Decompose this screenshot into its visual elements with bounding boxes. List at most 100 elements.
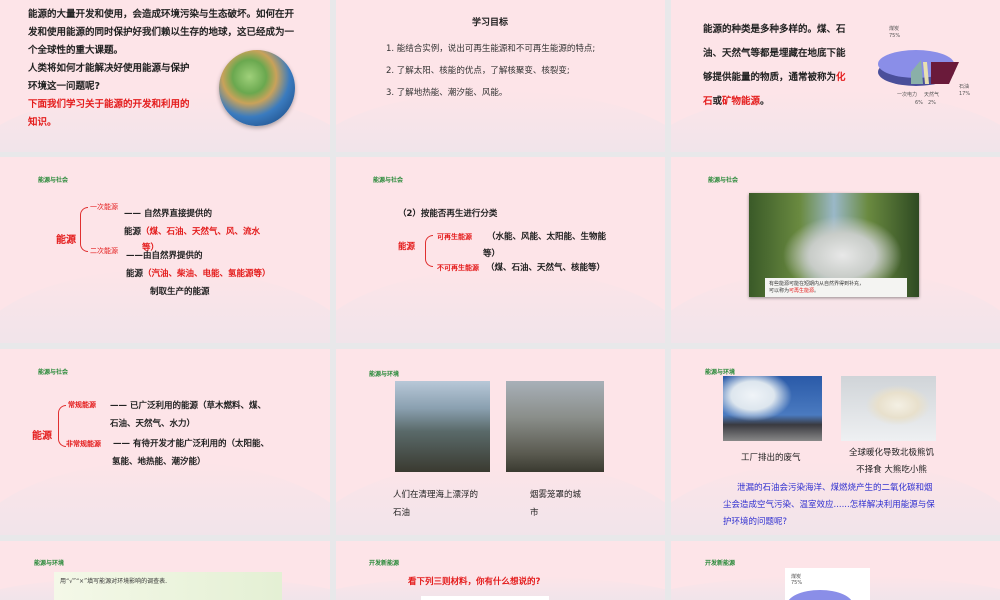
slide-thumbnail-6[interactable]: 能源与社会 有些能源可能在短期内从自然界得到补充， 可以称为可再生能源。 [671, 157, 1000, 343]
photo-caption: 有些能源可能在短期内从自然界得到补充， 可以称为可再生能源。 [765, 278, 907, 297]
text: 或 [712, 96, 723, 107]
desc: （汽油、柴油、电能、氢能源等） [143, 269, 271, 279]
branch-label: 常规能源 [68, 401, 96, 409]
section-tag: 能源与社会 [38, 369, 69, 376]
slide-thumbnail-3[interactable]: 能源的种类是多种多样的。煤、石 油、天然气等都是埋藏在地底下能 够提供能量的物质… [671, 0, 1000, 152]
slide-thumbnail-7[interactable]: 能源与社会 能源 常规能源 —— 已广泛利用的能源（草木燃料、煤、 石油、天然气… [0, 349, 330, 535]
survey-instruction: 用“√”“×”填写能源对环境影响的调查表. [60, 578, 168, 585]
caption-line: 烟雾笼罩的城 [530, 490, 582, 500]
text: 。 [760, 96, 770, 107]
pie-value-coal: 75% [889, 33, 900, 39]
pie-label-electricity: 一次电力 [897, 91, 917, 98]
objectives-list: 1. 能结合实例，说出可再生能源和不可再生能源的特点; 2. 了解太阳、核能的优… [386, 38, 595, 104]
slide-heading: （2）按能否再生进行分类 [398, 209, 498, 219]
section-tag: 能源与社会 [708, 177, 739, 184]
caption-line: 全球暖化导致北极熊饥 [849, 448, 935, 458]
slide-thumbnail-8[interactable]: 能源与环境 人们在清理海上漂浮的 石油 烟雾笼罩的城 市 [336, 349, 665, 535]
caption-line: 市 [530, 508, 539, 518]
pie-value-electricity: 6% [915, 100, 923, 106]
caption-smog: 烟雾笼罩的城 市 [530, 486, 581, 522]
caption-line: 不择食 大熊吃小熊 [856, 465, 927, 475]
slide-thumbnail-11[interactable]: 开发新能源 看下列三则材料，你有什么想说的? [336, 541, 665, 600]
text-line: 尘会造成空气污染、温室效应......怎样解决利用能源与保 [723, 500, 935, 510]
oil-cleanup-photo [395, 381, 490, 472]
smog-city-photo [506, 381, 604, 472]
slide-thumbnail-9[interactable]: 能源与环境 工厂排出的废气 全球暖化导致北极熊饥 不择食 大熊吃小熊 泄漏的石油… [671, 349, 1000, 535]
desc: 能源 [124, 227, 142, 237]
section-tag: 能源与社会 [38, 177, 69, 184]
caption-line: 可以称为 [769, 288, 790, 294]
branch-label: 一次能源 [90, 203, 118, 211]
desc: —— 有待开发才能广泛利用的（太阳能、 [113, 439, 269, 449]
desc: 制取生产的能源 [150, 287, 210, 297]
geothermal-steam-photo: 有些能源可能在短期内从自然界得到补充， 可以称为可再生能源。 [749, 193, 919, 297]
pie-value-gas: 2% [928, 100, 936, 106]
branch-label: 二次能源 [90, 247, 118, 255]
section-tag: 能源与环境 [705, 369, 736, 376]
desc: —— 自然界直接提供的 [124, 209, 212, 219]
closing-paragraph: 泄漏的石油会污染海洋、煤燃烧产生的二氧化碳和烟 尘会造成空气污染、温室效应...… [723, 480, 968, 531]
pie-label-coal: 煤炭 [889, 25, 899, 32]
highlight: 石 [703, 96, 713, 107]
slide-thumbnail-2[interactable]: 学习目标 1. 能结合实例，说出可再生能源和不可再生能源的特点; 2. 了解太阳… [336, 0, 665, 152]
text-line: 油、天然气等都是埋藏在地底下能 [703, 48, 846, 59]
desc: ——由自然界提供的 [126, 251, 203, 261]
caption-line: 人们在清理海上漂浮的 [393, 490, 479, 500]
branch-label: 不可再生能源 [437, 264, 479, 272]
caption-line: 石油 [393, 508, 411, 518]
caption-polar-bear: 全球暖化导致北极熊饥 不择食 大熊吃小熊 [849, 445, 934, 479]
fossil-fuel-text: 能源的种类是多种多样的。煤、石 油、天然气等都是埋藏在地底下能 够提供能量的物质… [703, 18, 858, 114]
brace-icon [80, 207, 88, 252]
section-tag: 开发新能源 [705, 560, 736, 567]
pie-label: 煤炭 [791, 574, 802, 580]
energy-pie-chart: 煤炭 75% 石油 17% 一次电力 6% 天然气 2% [878, 25, 970, 106]
section-tag: 能源与环境 [369, 371, 400, 378]
root-label: 能源 [398, 242, 416, 252]
slide-thumbnail-12[interactable]: 开发新能源 煤炭 75% [671, 541, 1000, 600]
root-label: 能源 [56, 235, 76, 246]
slide-thumbnail-10[interactable]: 能源与环境 用“√”“×”填写能源对环境影响的调查表. [0, 541, 330, 600]
desc: —— 已广泛利用的能源（草木燃料、煤、 [110, 401, 266, 411]
desc: 能源 [126, 269, 144, 279]
earth-globe-image [219, 50, 295, 126]
pie-label-gas: 天然气 [924, 91, 939, 98]
branch-label: 非常规能源 [66, 440, 101, 448]
desc: （水能、风能、太阳能、生物能 [487, 232, 607, 242]
desc: （煤、石油、天然气、风、流水 [141, 227, 261, 237]
text-line: 护环境的问题呢? [723, 517, 788, 527]
slide-title: 学习目标 [472, 18, 509, 28]
caption-factory: 工厂排出的废气 [741, 453, 801, 463]
section-tag: 能源与社会 [373, 177, 404, 184]
factory-exhaust-photo [723, 376, 822, 441]
pie-slice [787, 590, 853, 600]
pie-value-oil: 17% [959, 91, 970, 97]
text-line: 能源的大量开发和使用，会造成环境污染与生态破坏。如何在开 [28, 9, 295, 20]
slide-thumbnail-1[interactable]: 能源的大量开发和使用，会造成环境污染与生态破坏。如何在开 发和使用能源的同时保护… [0, 0, 330, 152]
survey-table-image: 用“√”“×”填写能源对环境影响的调查表. [54, 572, 282, 600]
slide-thumbnail-4[interactable]: 能源与社会 能源 一次能源 二次能源 —— 自然界直接提供的 能源（煤、石油、天… [0, 157, 330, 343]
caption-line: 有些能源可能在短期内从自然界得到补充， [769, 281, 865, 287]
branch-label: 可再生能源 [437, 233, 472, 241]
highlight: 矿物能源 [722, 96, 761, 107]
pie-label-oil: 石油 [959, 83, 969, 90]
list-item: 2. 了解太阳、核能的优点，了解核聚变、核裂变; [386, 66, 570, 76]
desc: 氢能、地热能、潮汐能） [112, 457, 206, 467]
desc: （煤、石油、天然气、核能等） [486, 263, 606, 273]
slide-thumbnail-5[interactable]: 能源与社会 （2）按能否再生进行分类 能源 可再生能源 （水能、风能、太阳能、生… [336, 157, 665, 343]
highlight: 可再生能源 [789, 288, 815, 294]
list-item: 3. 了解地热能、潮汐能、风能。 [386, 88, 508, 98]
pie-slice-oil [931, 62, 959, 84]
brace-icon [425, 235, 433, 267]
material-box [421, 596, 549, 600]
section-tag: 开发新能源 [369, 560, 400, 567]
section-tag: 能源与环境 [34, 560, 65, 567]
slide-heading: 看下列三则材料，你有什么想说的? [408, 577, 541, 587]
text: 。 [814, 288, 820, 294]
text-line: 够提供能量的物质，通常被称为 [703, 72, 837, 83]
list-item: 1. 能结合实例，说出可再生能源和不可再生能源的特点; [386, 44, 596, 54]
caption-oil: 人们在清理海上漂浮的 石油 [393, 486, 478, 522]
pie-chart-image: 煤炭 75% [785, 568, 870, 600]
text-line: 发和使用能源的同时保护好我们赖以生存的地球，这已经成为一 [28, 27, 295, 38]
brace-icon [58, 405, 66, 447]
highlight: 化 [836, 72, 846, 83]
